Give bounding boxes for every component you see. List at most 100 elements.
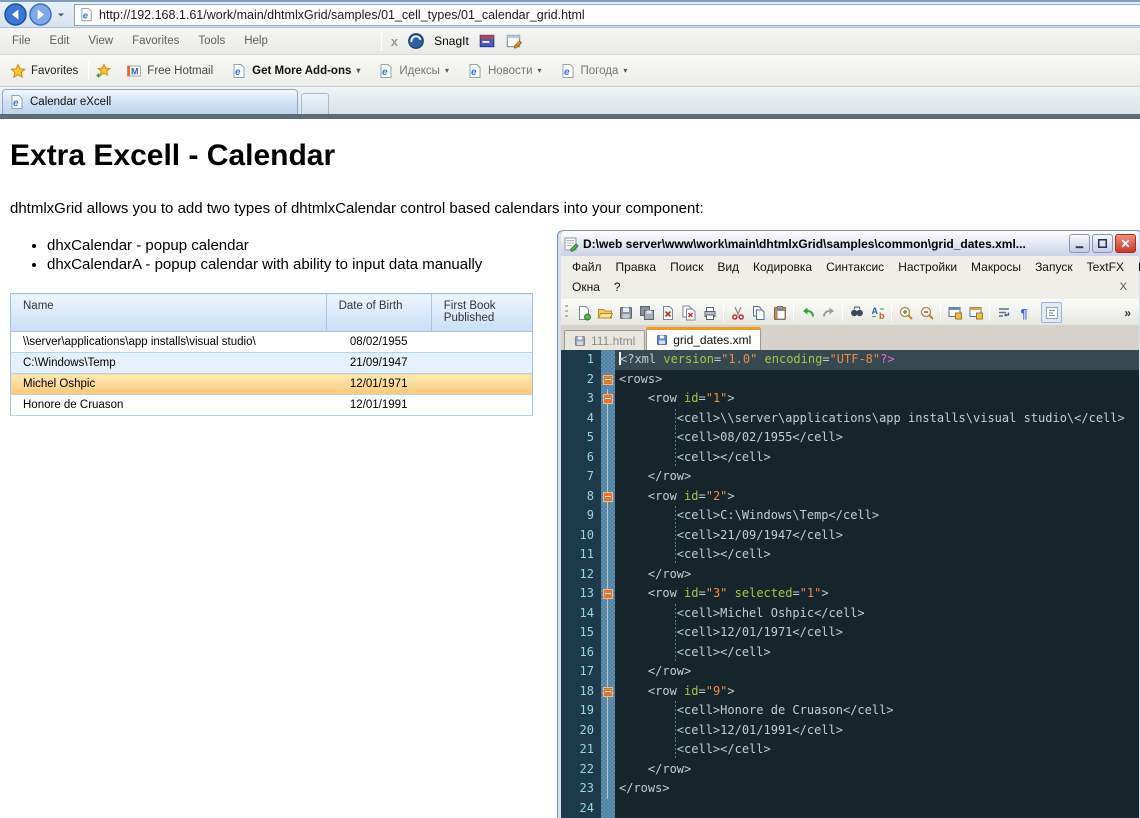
indent-guide-button[interactable] — [1041, 302, 1062, 323]
tab-calendar-excell[interactable]: e Calendar eXcell — [2, 89, 298, 114]
favorites-link-3[interactable]: eИдексы▾ — [369, 63, 458, 79]
code-line-text[interactable]: <row id="1"> — [615, 389, 1139, 409]
npp-menu2-1[interactable]: Окна — [565, 278, 607, 296]
npp-menu-3[interactable]: Поиск — [663, 258, 710, 276]
snagit-profiles-icon[interactable] — [478, 32, 496, 50]
sync-h-button[interactable] — [965, 302, 986, 323]
favorites-star-icon[interactable] — [10, 63, 26, 79]
code-line-text[interactable]: <row id="2"> — [615, 487, 1139, 507]
redo-button[interactable] — [818, 302, 839, 323]
new-file-button[interactable] — [573, 302, 594, 323]
code-line-text[interactable]: <cell></cell> — [615, 545, 1139, 565]
fold-collapse-icon[interactable] — [603, 492, 613, 502]
copy-button[interactable] — [748, 302, 769, 323]
code-line-text[interactable]: </row> — [615, 565, 1139, 585]
minimize-button[interactable] — [1069, 234, 1090, 253]
replace-button[interactable]: Ab — [867, 302, 888, 323]
fold-collapse-icon[interactable] — [603, 589, 613, 599]
npp-menu-2[interactable]: Правка — [609, 258, 664, 276]
notepad-title-bar[interactable]: D:\web server\www\work\main\dhtmlxGrid\s… — [561, 231, 1139, 256]
code-line-text[interactable]: <?xml version="1.0" encoding="UTF-8"?> — [615, 350, 1139, 370]
code-line-text[interactable]: <cell></cell> — [615, 643, 1139, 663]
recent-pages-dropdown[interactable] — [54, 9, 68, 21]
maximize-button[interactable] — [1092, 234, 1113, 253]
code-editor[interactable]: 1<?xml version="1.0" encoding="UTF-8"?>2… — [561, 350, 1139, 818]
save-button[interactable] — [615, 302, 636, 323]
favorites-link-2[interactable]: eGet More Add-ons▾ — [222, 63, 369, 79]
grid-column-header[interactable]: First Book Published — [431, 294, 532, 332]
npp-menu-8[interactable]: Макросы — [964, 258, 1028, 276]
code-line-text[interactable]: <cell>Michel Oshpic</cell> — [615, 604, 1139, 624]
editor-tab-111-html[interactable]: 111.html — [564, 330, 645, 350]
new-tab-button[interactable] — [301, 93, 329, 114]
zoom-out-button[interactable] — [916, 302, 937, 323]
code-line-text[interactable]: <cell>21/09/1947</cell> — [615, 526, 1139, 546]
menu-edit[interactable]: Edit — [44, 35, 83, 47]
npp-menu-1[interactable]: Файл — [565, 258, 609, 276]
cut-button[interactable] — [727, 302, 748, 323]
npp-menu-5[interactable]: Кодировка — [746, 258, 819, 276]
code-line-text[interactable]: <cell>Honore de Cruason</cell> — [615, 701, 1139, 721]
code-line-text[interactable]: <cell>12/01/1991</cell> — [615, 721, 1139, 741]
print-button[interactable] — [699, 302, 720, 323]
favorites-link-1[interactable]: MFree Hotmail — [117, 63, 222, 79]
menu-favorites[interactable]: Favorites — [126, 35, 192, 47]
npp-menu-9[interactable]: Запуск — [1028, 258, 1080, 276]
code-line-text[interactable] — [615, 799, 1139, 818]
menu-view[interactable]: View — [82, 35, 126, 47]
grid-column-header[interactable]: Date of Birth — [326, 294, 431, 332]
menu-file[interactable]: File — [6, 35, 44, 47]
table-row[interactable]: \\server\applications\app installs\visua… — [11, 332, 533, 353]
close-button[interactable] — [1115, 234, 1136, 253]
favorites-link-5[interactable]: eПогода▾ — [551, 63, 637, 79]
snagit-editor-icon[interactable] — [505, 32, 523, 50]
code-line-text[interactable]: </row> — [615, 662, 1139, 682]
undo-button[interactable] — [797, 302, 818, 323]
grid-column-header[interactable]: Name — [11, 294, 327, 332]
toolbar-overflow-button[interactable]: » — [1124, 306, 1139, 320]
npp-menu-6[interactable]: Синтаксис — [819, 258, 891, 276]
code-line-text[interactable]: </row> — [615, 760, 1139, 780]
address-bar[interactable]: e http://192.168.1.61/work/main/dhtmlxGr… — [74, 4, 1140, 26]
favorites-label[interactable]: Favorites — [26, 65, 88, 77]
code-line-text[interactable]: <cell>12/01/1971</cell> — [615, 623, 1139, 643]
code-line-text[interactable]: </row> — [615, 467, 1139, 487]
npp-menu-10[interactable]: TextFX — [1080, 258, 1131, 276]
code-line-text[interactable]: <cell>C:\Windows\Temp</cell> — [615, 506, 1139, 526]
code-line-text[interactable]: <row id="3" selected="1"> — [615, 584, 1139, 604]
npp-menu-4[interactable]: Вид — [710, 258, 746, 276]
sync-v-button[interactable] — [944, 302, 965, 323]
code-line-text[interactable]: <cell></cell> — [615, 740, 1139, 760]
fold-collapse-icon[interactable] — [603, 687, 613, 697]
find-button[interactable] — [846, 302, 867, 323]
code-line-text[interactable]: <cell>\\server\applications\app installs… — [615, 409, 1139, 429]
npp-menu2-2[interactable]: ? — [607, 278, 628, 296]
close-all-button[interactable] — [678, 302, 699, 323]
table-row[interactable]: Michel Oshpic12/01/1971 — [11, 374, 533, 395]
snagit-icon[interactable] — [407, 32, 425, 50]
close-file-button[interactable] — [657, 302, 678, 323]
code-line-text[interactable]: </rows> — [615, 779, 1139, 799]
editor-tab-grid_dates-xml[interactable]: grid_dates.xml — [646, 327, 761, 350]
code-line-text[interactable]: <row id="9"> — [615, 682, 1139, 702]
favorites-link-4[interactable]: eНовости▾ — [458, 63, 551, 79]
code-line-text[interactable]: <cell>08/02/1955</cell> — [615, 428, 1139, 448]
npp-menu-11[interactable]: Плагины — [1131, 258, 1140, 276]
paste-button[interactable] — [769, 302, 790, 323]
fold-collapse-icon[interactable] — [603, 375, 613, 385]
code-line-text[interactable]: <cell></cell> — [615, 448, 1139, 468]
open-folder-button[interactable] — [594, 302, 615, 323]
fold-collapse-icon[interactable] — [603, 394, 613, 404]
npp-menu-7[interactable]: Настройки — [891, 258, 964, 276]
save-all-button[interactable] — [636, 302, 657, 323]
menu-tools[interactable]: Tools — [192, 35, 238, 47]
word-wrap-button[interactable] — [993, 302, 1014, 323]
add-favorite-icon[interactable] — [95, 63, 111, 79]
snagit-button-label[interactable]: SnagIt — [434, 34, 469, 48]
show-symbols-button[interactable]: ¶ — [1014, 302, 1035, 323]
table-row[interactable]: Honore de Cruason12/01/1991 — [11, 395, 533, 416]
table-row[interactable]: C:\Windows\Temp21/09/1947 — [11, 353, 533, 374]
menu-help[interactable]: Help — [238, 35, 281, 47]
back-button[interactable] — [4, 3, 27, 26]
close-toolbar-button[interactable]: x — [391, 34, 398, 49]
